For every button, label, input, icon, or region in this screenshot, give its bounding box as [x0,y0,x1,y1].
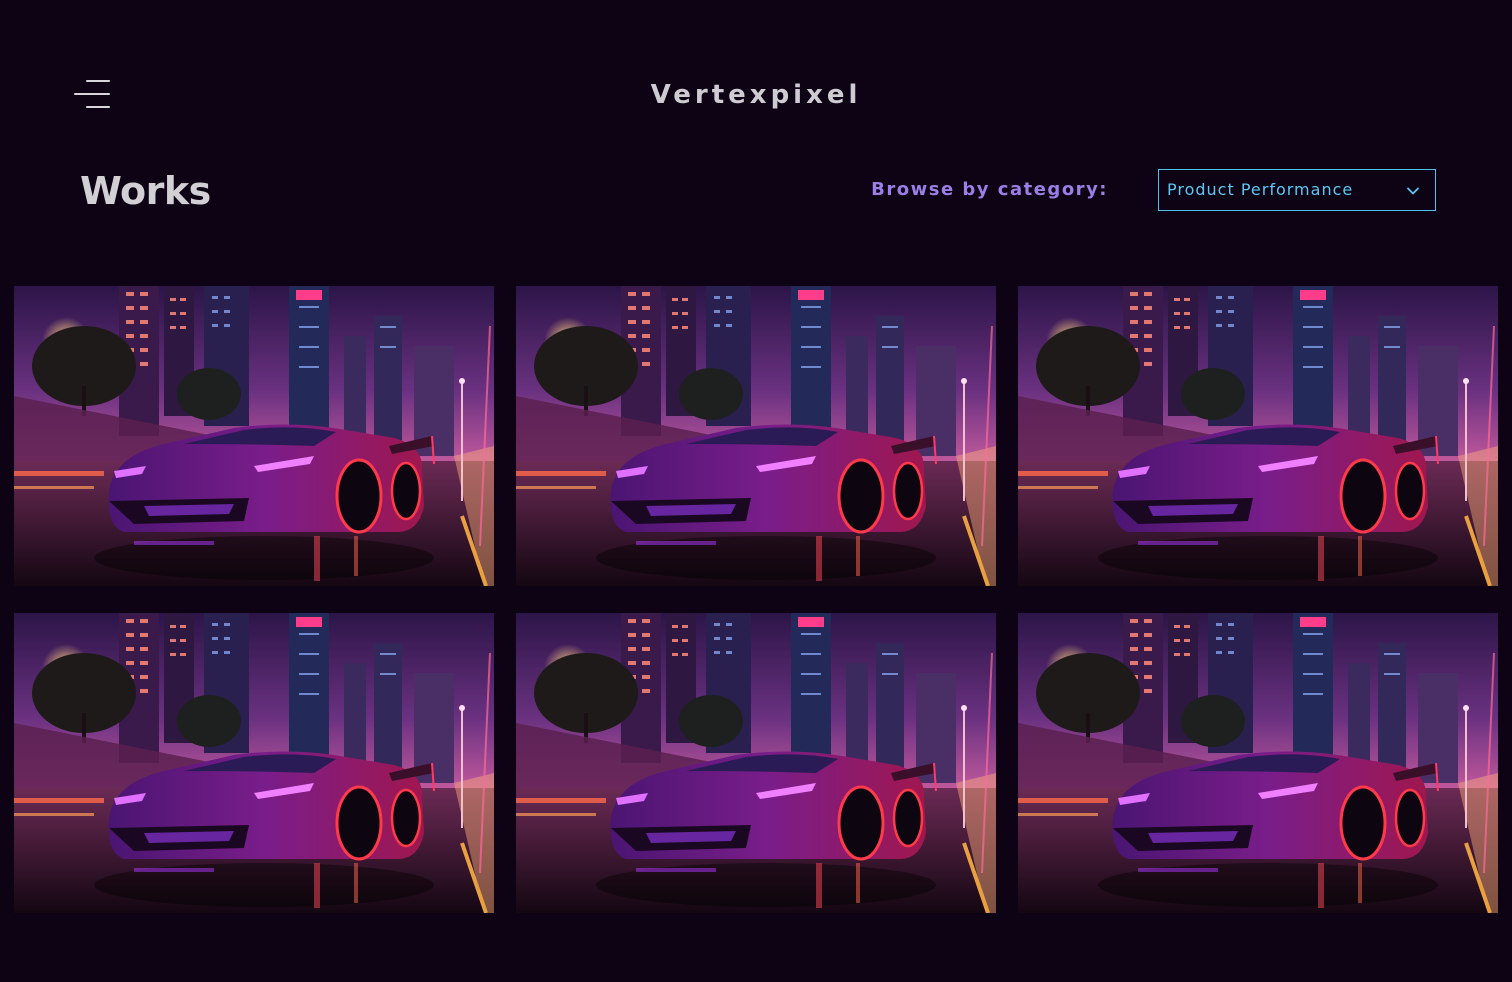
chevron-down-icon [1407,187,1419,195]
neon-car-image [1018,613,1498,913]
neon-car-image [14,286,494,586]
category-select-value: Product Performance [1167,180,1354,199]
gallery-item[interactable] [1018,286,1498,586]
works-gallery [14,286,1498,913]
page-title: Works [80,169,211,213]
neon-car-image [516,286,996,586]
gallery-item[interactable] [516,613,996,913]
brand-logo[interactable]: Vertexpixel [0,78,1512,112]
neon-car-image [516,613,996,913]
neon-car-image [1018,286,1498,586]
category-select[interactable]: Product Performance [1158,169,1436,211]
filter-label: Browse by category: [871,179,1108,200]
gallery-item[interactable] [1018,613,1498,913]
gallery-item[interactable] [516,286,996,586]
gallery-item[interactable] [14,286,494,586]
gallery-item[interactable] [14,613,494,913]
neon-car-image [14,613,494,913]
